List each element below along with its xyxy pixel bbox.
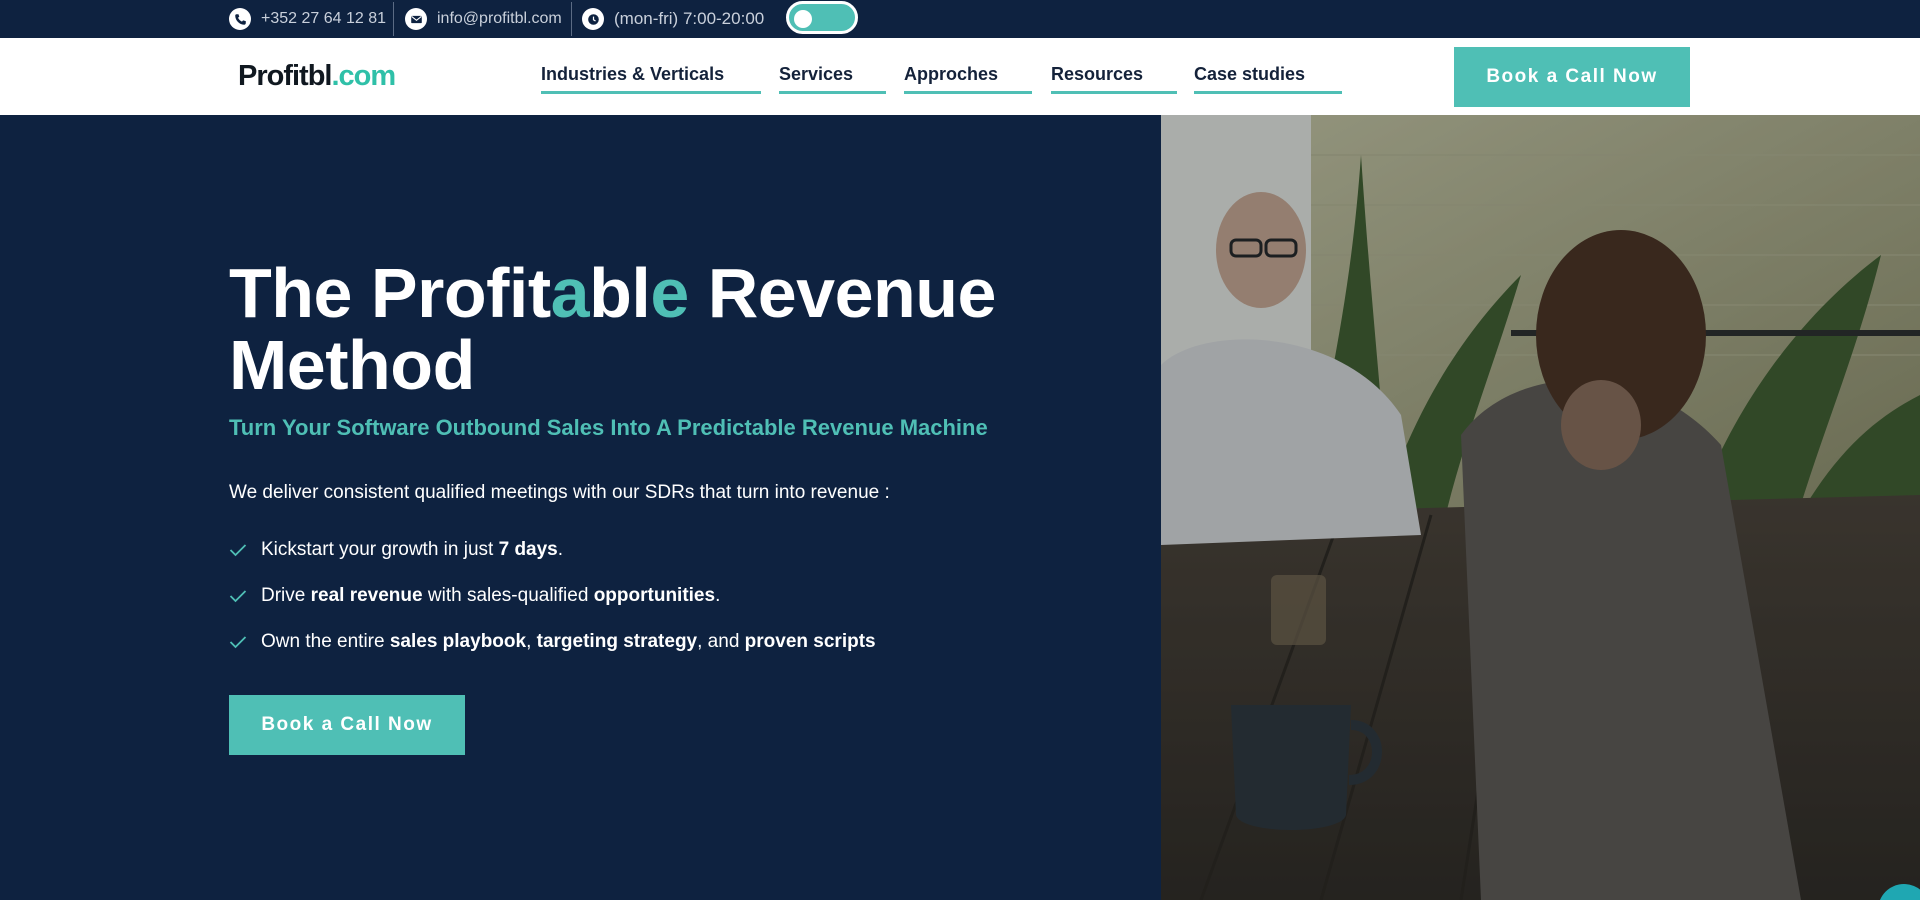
check-icon (229, 540, 249, 560)
divider (393, 2, 394, 36)
benefit-text-part: , (526, 631, 537, 652)
benefit-emphasis: opportunities (593, 585, 716, 606)
benefit-emphasis: real revenue (310, 585, 423, 606)
logo-name: Profitbl (238, 60, 332, 92)
theme-toggle[interactable] (786, 1, 858, 34)
benefit-text-part: Kickstart your growth in just (261, 539, 499, 560)
phone-icon (229, 8, 251, 30)
hero-intro: We deliver consistent qualified meetings… (229, 482, 890, 503)
office-hours: (mon-fri) 7:00-20:00 (614, 9, 765, 28)
nav-resources[interactable]: Resources (1051, 64, 1177, 94)
hero-title-highlight-a: a (550, 254, 590, 332)
hero-title-part1: The Profit (229, 254, 551, 332)
phone-number: +352 27 64 12 81 (261, 10, 387, 27)
benefit-emphasis: sales playbook (389, 631, 527, 652)
logo-tld: .com (331, 60, 397, 92)
benefit-item: Drive real revenue with sales-qualified … (229, 585, 720, 607)
clock-icon (582, 8, 604, 30)
benefit-text-part: , and (697, 631, 745, 652)
benefit-text: Own the entire sales playbook, targeting… (261, 631, 876, 653)
hours-info: (mon-fri) 7:00-20:00 (582, 0, 764, 38)
site-logo[interactable]: Profitbl.com (238, 60, 397, 93)
nav-approches[interactable]: Approches (904, 64, 1032, 94)
check-icon (229, 632, 249, 652)
mail-icon (405, 8, 427, 30)
hero-title: The Profitable Revenue Method (229, 257, 1089, 401)
benefit-emphasis: targeting strategy (536, 631, 698, 652)
benefit-text-part: . (715, 585, 721, 606)
benefit-item: Own the entire sales playbook, targeting… (229, 631, 876, 653)
divider (571, 2, 572, 36)
video-frame-illustration (1161, 115, 1920, 900)
hero-title-highlight-e: e (650, 254, 689, 332)
benefit-text-part: with sales-qualified (422, 585, 594, 606)
main-navbar: Profitbl.com Industries & Verticals Serv… (0, 38, 1920, 115)
hero-section: The Profitable Revenue Method Turn Your … (0, 115, 1161, 900)
phone-contact[interactable]: +352 27 64 12 81 (229, 0, 386, 38)
nav-services[interactable]: Services (779, 64, 886, 94)
toggle-knob (794, 10, 812, 28)
benefit-text: Drive real revenue with sales-qualified … (261, 585, 720, 607)
book-call-button-hero[interactable]: Book a Call Now (229, 695, 465, 755)
benefit-emphasis: proven scripts (744, 631, 876, 652)
hero-video[interactable] (1161, 115, 1920, 900)
hero-subtitle: Turn Your Software Outbound Sales Into A… (229, 415, 988, 440)
email-contact[interactable]: info@profitbl.com (405, 0, 562, 38)
email-address: info@profitbl.com (437, 10, 562, 27)
nav-case-studies[interactable]: Case studies (1194, 64, 1342, 94)
book-call-button-header[interactable]: Book a Call Now (1454, 47, 1690, 107)
top-contact-bar: +352 27 64 12 81 info@profitbl.com (mon-… (0, 0, 1920, 38)
benefit-text: Kickstart your growth in just 7 days. (261, 539, 563, 561)
hero-title-mid: bl (589, 254, 651, 332)
benefit-text-part: . (557, 539, 564, 560)
benefit-emphasis: 7 days (498, 539, 558, 560)
benefit-text-part: Drive (261, 585, 311, 606)
nav-industries[interactable]: Industries & Verticals (541, 64, 761, 94)
benefit-item: Kickstart your growth in just 7 days. (229, 539, 563, 561)
check-icon (229, 586, 249, 606)
benefit-text-part: Own the entire (261, 631, 390, 652)
